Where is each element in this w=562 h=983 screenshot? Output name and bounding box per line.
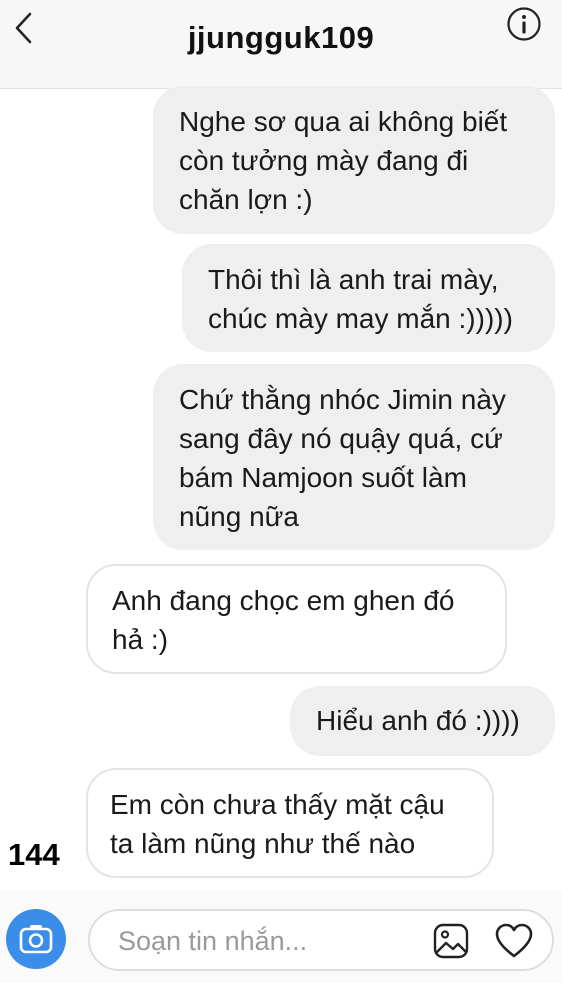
like-button[interactable] <box>494 922 534 960</box>
heart-icon <box>495 923 533 958</box>
chat-header: jjungguk109 <box>0 0 562 89</box>
message-bubble-outgoing[interactable]: Thôi thì là anh trai mày, chúc mày may m… <box>182 244 555 352</box>
conversation-title[interactable]: jjungguk109 <box>0 20 562 56</box>
overlay-number: 144 <box>8 837 60 872</box>
camera-icon <box>19 925 53 954</box>
camera-button[interactable] <box>6 909 66 969</box>
message-bubble-outgoing[interactable]: Chứ thằng nhóc Jimin này sang đây nó quậ… <box>153 364 555 550</box>
info-icon <box>507 7 541 41</box>
gallery-icon <box>433 923 469 959</box>
message-bubble-outgoing[interactable]: Hiểu anh đó :)))) <box>290 686 555 756</box>
info-button[interactable] <box>506 6 542 42</box>
message-bubble-outgoing[interactable]: Nghe sơ qua ai không biết còn tưởng mày … <box>153 86 555 234</box>
message-bubble-incoming[interactable]: Em còn chưa thấy mặt cậu ta làm nũng như… <box>86 768 494 878</box>
message-bubble-incoming[interactable]: Anh đang chọc em ghen đó hả :) <box>86 564 507 674</box>
gallery-button[interactable] <box>432 922 470 960</box>
message-input-placeholder[interactable]: Soạn tin nhắn... <box>118 926 307 957</box>
